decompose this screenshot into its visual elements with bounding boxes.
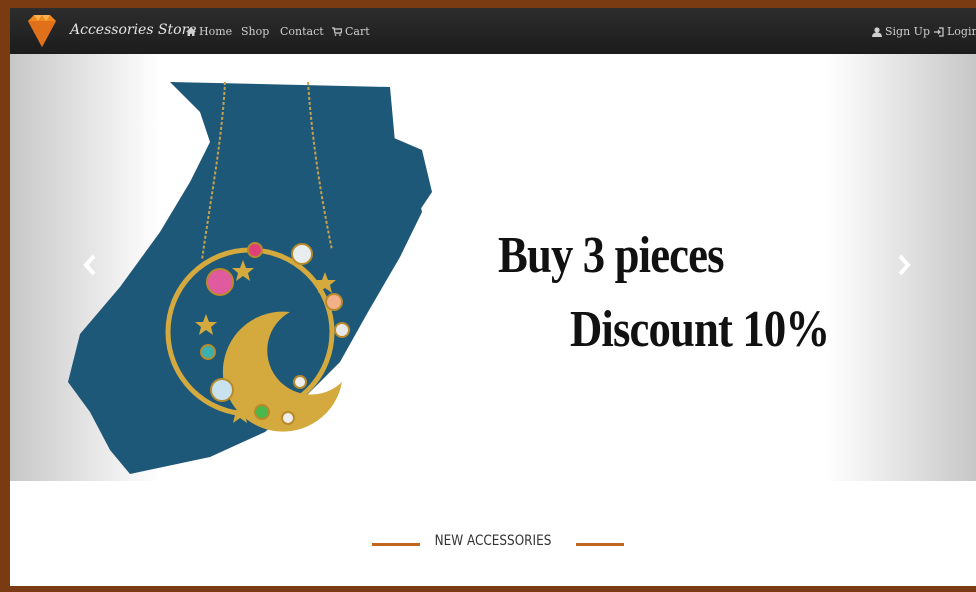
nav-home[interactable]: Home xyxy=(186,25,232,38)
nav-contact-label: Contact xyxy=(280,25,324,38)
chevron-right-icon xyxy=(898,254,911,276)
home-icon xyxy=(186,27,196,36)
heading-divider-right xyxy=(576,543,624,546)
diamond-logo-icon[interactable] xyxy=(24,13,60,49)
nav-contact[interactable]: Contact xyxy=(280,25,324,38)
promo-line-2: Discount 10% xyxy=(570,301,830,358)
section-title: NEW ACCESSORIES xyxy=(434,533,552,549)
login-icon xyxy=(934,26,944,37)
carousel-prev-button[interactable] xyxy=(78,250,102,280)
chevron-left-icon xyxy=(83,254,96,276)
user-icon xyxy=(872,26,882,37)
nav-cart[interactable]: Cart xyxy=(332,25,370,38)
nav-shop-label: Shop xyxy=(241,25,270,38)
promo-line-1: Buy 3 pieces xyxy=(498,227,725,284)
nav-home-label: Home xyxy=(199,25,233,38)
promo-carousel: Buy 3 pieces Discount 10% xyxy=(10,54,976,481)
brand-link[interactable]: Accessories Store xyxy=(70,22,197,38)
page-frame: Accessories Store Home Shop Contact Cart xyxy=(10,8,976,586)
navbar: Accessories Store Home Shop Contact Cart xyxy=(10,8,976,54)
necklace-product-image xyxy=(68,82,432,474)
new-accessories-section: NEW ACCESSORIES xyxy=(10,481,976,586)
carousel-next-button[interactable] xyxy=(892,250,916,280)
nav-signup-label: Sign Up xyxy=(885,25,930,38)
nav-cart-label: Cart xyxy=(345,25,370,38)
nav-signup[interactable]: Sign Up xyxy=(872,25,930,38)
nav-login[interactable]: Login xyxy=(934,25,976,38)
cart-icon xyxy=(332,27,342,36)
nav-shop[interactable]: Shop xyxy=(241,25,269,38)
nav-login-label: Login xyxy=(947,25,976,38)
